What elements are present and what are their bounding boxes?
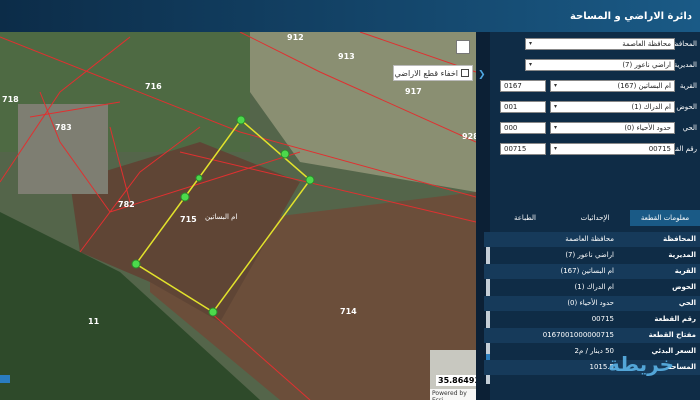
esri-attribution: Powered by Esri (430, 389, 476, 400)
app-title: دائرة الاراضي و المساحة (569, 11, 692, 22)
chevron-down-icon: ▾ (554, 103, 558, 110)
basin-code-input[interactable]: 001 (500, 101, 546, 113)
village-select[interactable]: ▾ ام البساتين (167) (550, 80, 675, 92)
tab-print[interactable]: الطباعة (490, 210, 560, 226)
village-code-input[interactable]: 0167 (500, 80, 546, 92)
collapse-panel-icon[interactable]: ❯ (478, 70, 486, 80)
chevron-down-icon: ▾ (529, 40, 533, 47)
label-basin: الحوض (676, 103, 697, 111)
parcel-label-782: 782 (118, 200, 135, 209)
table-row: الحوض ام الدراك (1) (574, 283, 696, 291)
parcel-label-11: 11 (88, 317, 100, 326)
qr-code-icon[interactable] (456, 40, 470, 54)
site-watermark: خريطة (608, 352, 674, 376)
top-bar: دائرة الاراضي و المساحة (0, 0, 700, 32)
label-directorate: المديرية (673, 61, 697, 69)
chevron-down-icon: ▾ (554, 124, 558, 131)
table-row: القرية ام البساتين (167) (484, 264, 700, 279)
label-hay: الحي (682, 124, 697, 132)
governorate-select[interactable]: ▾ محافظة العاصمة (525, 38, 675, 50)
parcel-label-714: 714 (340, 307, 357, 316)
table-row: المحافظة محافظة العاصمة (484, 232, 700, 247)
tab-coordinates[interactable]: الإحداثيات (562, 210, 628, 226)
parcel-label-783: 783 (55, 123, 72, 132)
parcel-label-928: 928 (462, 132, 476, 141)
basin-select[interactable]: ▾ ام الدراك (1) (550, 101, 675, 113)
parcel-label-715: 715 (180, 215, 197, 224)
hide-parcels-toggle[interactable]: اخفاء قطع الاراضي (393, 65, 473, 81)
chevron-down-icon: ▾ (554, 82, 558, 89)
parcel-label-716: 716 (145, 82, 162, 91)
table-row: مفتاح القطعة 0167001000000715 (484, 328, 700, 343)
map-canvas[interactable]: 912 913 716 917 718 783 782 715 928 714 … (0, 32, 476, 400)
scale-bar (0, 375, 10, 383)
table-row: المديرية اراضي ناعور (7) (565, 251, 696, 259)
parcel-select[interactable]: ▾ 00715 (550, 143, 675, 155)
tab-parcel-info[interactable]: معلومات القطعة (630, 210, 700, 226)
hay-code-input[interactable]: 000 (500, 122, 546, 134)
parcel-code-input[interactable]: 00715 (500, 143, 546, 155)
directorate-select[interactable]: ▾ اراضي ناعور (7) (525, 59, 675, 71)
table-row: رقم القطعة 00715 (591, 315, 696, 323)
chevron-down-icon: ▾ (529, 61, 533, 68)
chevron-down-icon: ▾ (554, 145, 558, 152)
parcel-label-913: 913 (338, 52, 355, 61)
parcel-label-718: 718 (2, 95, 19, 104)
hay-select[interactable]: ▾ حدود الأحياء (0) (550, 122, 675, 134)
table-row: الحي حدود الأحياء (0) (484, 296, 700, 311)
info-tabs: معلومات القطعة الإحداثيات الطباعة (490, 210, 700, 226)
parcel-name-label: ام البساتين (205, 213, 238, 221)
label-village: القرية (679, 82, 697, 90)
parcel-label-912: 912 (287, 33, 304, 42)
hide-parcels-label: اخفاء قطع الاراضي (394, 68, 458, 78)
parcel-label-917: 917 (405, 87, 422, 96)
map-view[interactable]: 912 913 716 917 718 783 782 715 928 714 … (0, 32, 476, 400)
hide-parcels-checkbox[interactable] (461, 69, 469, 77)
coordinates-readout: 35.86493,31.81801 (436, 375, 476, 386)
